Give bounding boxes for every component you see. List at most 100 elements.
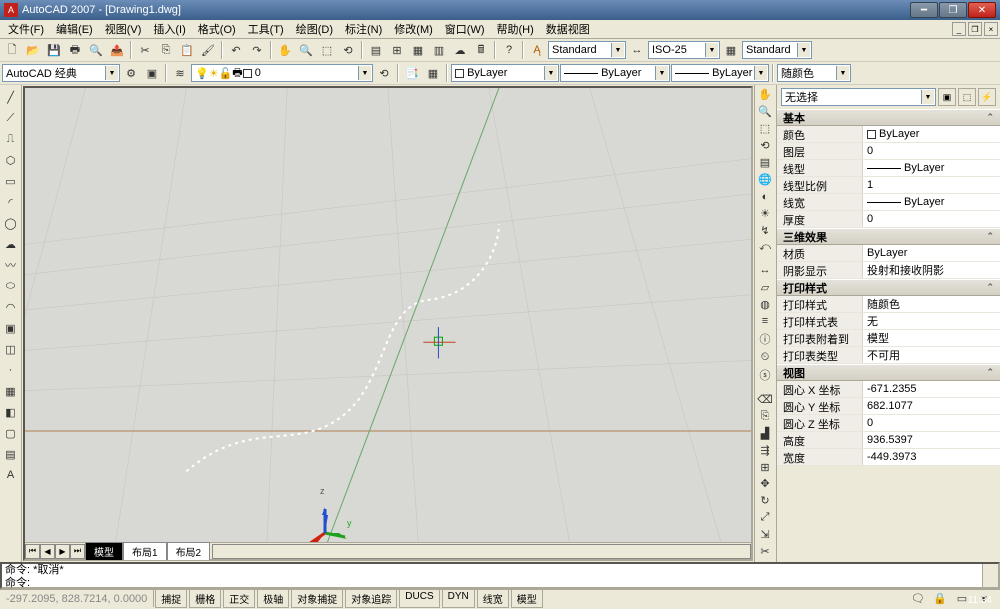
hide-tool[interactable]: ◐ [755,189,775,205]
ucs-prev-tool[interactable]: ⤺ [755,240,775,256]
toggle-pickadd-button[interactable]: ▣ [938,88,956,106]
plot-icon[interactable]: 🖶 [65,40,85,60]
prop-row[interactable]: 圆心 Z 坐标0 [777,415,1000,432]
mdi-restore-button[interactable]: ❐ [968,22,982,36]
status-toggle-栅格[interactable]: 栅格 [189,589,221,608]
menu-dataview[interactable]: 数据视图 [540,20,596,38]
status-toggle-极轴[interactable]: 极轴 [257,589,289,608]
line-tool[interactable]: ╱ [1,87,21,107]
prop-value[interactable]: 随颜色 [863,296,1000,312]
prop-row[interactable]: 图层0 [777,143,1000,160]
status-tool[interactable]: ⓢ [755,366,775,384]
polygon-tool[interactable]: ⬡ [1,150,21,170]
match-icon[interactable]: 🖌 [198,40,218,60]
markup-icon[interactable]: ☁ [450,40,470,60]
tab-next-button[interactable]: ▶ [55,544,70,559]
copy-tool[interactable]: ⎘ [755,408,775,424]
menu-format[interactable]: 格式(O) [192,20,242,38]
copy-icon[interactable]: ⎘ [156,40,176,60]
zoom-prev-tool[interactable]: ⟲ [755,138,775,154]
tablestyle-combo[interactable]: Standard▼ [742,41,812,59]
command-window[interactable]: 命令: *取消* 命令: [0,562,1000,589]
circle-tool[interactable]: ◯ [1,213,21,233]
zoom-realtime-tool[interactable]: 🔍 [755,104,775,120]
tablestyle-icon[interactable]: ▦ [721,40,741,60]
hatch-tool[interactable]: ▦ [1,381,21,401]
prop-section-基本[interactable]: 基本⌃ [777,109,1000,126]
scale-tool[interactable]: ⤢ [755,510,775,526]
menu-draw[interactable]: 绘图(D) [290,20,339,38]
insert-block-tool[interactable]: ▣ [1,318,21,338]
menu-dimension[interactable]: 标注(N) [339,20,388,38]
quick-select-button[interactable]: ⚡ [978,88,996,106]
tab-last-button[interactable]: ⏭ [70,544,85,559]
plotstyle-combo[interactable]: 随颜色▼ [777,64,851,82]
pan-icon[interactable]: ✋ [275,40,295,60]
mirror-tool[interactable]: ▟ [755,425,775,441]
tab-layout2[interactable]: 布局2 [167,542,211,560]
region-mass-tool[interactable]: ◍ [755,296,775,312]
toolpalettes-icon[interactable]: ▦ [408,40,428,60]
prop-value[interactable]: 模型 [863,330,1000,346]
lock-icon[interactable]: 🔒 [930,589,950,609]
menu-window[interactable]: 窗口(W) [439,20,491,38]
workspace-combo[interactable]: AutoCAD 经典▼ [2,64,120,82]
minimize-button[interactable]: ━ [910,2,938,18]
prop-value[interactable]: 投射和接收阴影 [863,262,1000,278]
id-tool[interactable]: ⓘ [755,330,775,348]
comm-center-icon[interactable]: 🗨 [908,589,928,609]
named-views-tool[interactable]: ▤ [755,155,775,171]
color-combo[interactable]: ByLayer▼ [451,64,559,82]
prop-row[interactable]: 打印表类型不可用 [777,347,1000,364]
prop-value[interactable]: 1 [863,177,1000,193]
prop-row[interactable]: 线宽ByLayer [777,194,1000,211]
status-toggle-DYN[interactable]: DYN [442,589,475,608]
prop-row[interactable]: 线型比例1 [777,177,1000,194]
status-toggle-对象追踪[interactable]: 对象追踪 [345,589,397,608]
menu-view[interactable]: 视图(V) [99,20,148,38]
prop-row[interactable]: 打印样式表无 [777,313,1000,330]
dimstyle-combo[interactable]: ISO-25▼ [648,41,720,59]
3dorbit-tool[interactable]: 🌐 [755,172,775,188]
qcalc-icon[interactable]: 🖩 [471,40,491,60]
textstyle-combo[interactable]: Standard▼ [548,41,626,59]
maximize-button[interactable]: ❐ [939,2,967,18]
zoomrt-icon[interactable]: 🔍 [296,40,316,60]
tab-first-button[interactable]: ⏮ [25,544,40,559]
render-tool[interactable]: ☀ [755,206,775,222]
mdi-minimize-button[interactable]: _ [952,22,966,36]
prop-row[interactable]: 打印样式随颜色 [777,296,1000,313]
pan-tool[interactable]: ✋ [755,87,775,103]
prop-value[interactable]: -449.3973 [863,449,1000,465]
ellipse-arc-tool[interactable]: ◠ [1,297,21,317]
make-block-tool[interactable]: ◫ [1,339,21,359]
coordinates-display[interactable]: -297.2095, 828.7214, 0.0000 [0,590,154,607]
preview-icon[interactable]: 🔍 [86,40,106,60]
revcloud-tool[interactable]: ☁ [1,234,21,254]
time-tool[interactable]: ⏲ [755,349,775,365]
dimstyle-icon[interactable]: ↔ [627,40,647,60]
rotate-tool[interactable]: ↻ [755,493,775,509]
status-toggle-模型[interactable]: 模型 [511,589,543,608]
point-tool[interactable]: · [1,360,21,380]
offset-tool[interactable]: ⇶ [755,442,775,458]
redo-icon[interactable]: ↷ [247,40,267,60]
command-scrollbar[interactable] [982,564,998,587]
xline-tool[interactable]: ⟋ [1,108,21,128]
prop-row[interactable]: 材质ByLayer [777,245,1000,262]
menu-help[interactable]: 帮助(H) [491,20,540,38]
ellipse-tool[interactable]: ⬭ [1,276,21,296]
region-tool[interactable]: ▢ [1,423,21,443]
prop-value[interactable]: 0 [863,143,1000,159]
prop-row[interactable]: 打印表附着到模型 [777,330,1000,347]
menu-modify[interactable]: 修改(M) [388,20,439,38]
rectangle-tool[interactable]: ▭ [1,171,21,191]
distance-tool[interactable]: ↔ [755,263,775,279]
prop-row[interactable]: 阴影显示投射和接收阴影 [777,262,1000,279]
properties-icon[interactable]: ▤ [366,40,386,60]
prop-section-打印样式[interactable]: 打印样式⌃ [777,279,1000,296]
open-icon[interactable]: 📂 [23,40,43,60]
array-tool[interactable]: ⊞ [755,459,775,475]
status-toggle-对象捕捉[interactable]: 对象捕捉 [291,589,343,608]
textstyle-icon[interactable]: Ą [527,40,547,60]
